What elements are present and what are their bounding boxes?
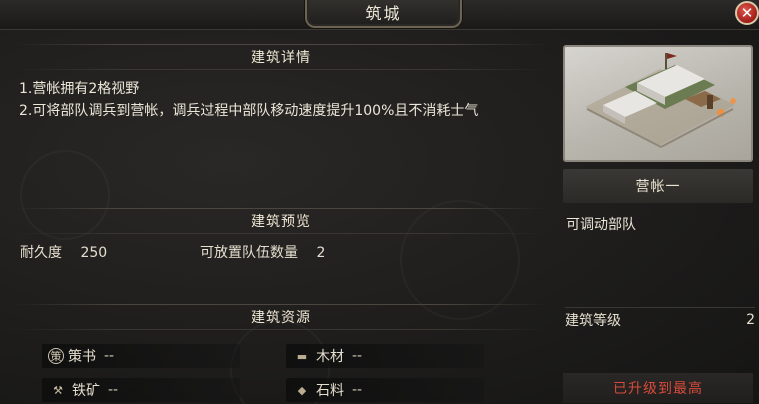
stone-icon: ◆: [297, 383, 307, 397]
resource-value: --: [352, 348, 363, 364]
troop-slots-value: 2: [316, 245, 326, 261]
building-level-row: 建筑等级 2: [565, 307, 755, 329]
resource-name: 石料: [316, 383, 344, 399]
resource-stone: ◆ 石料 --: [286, 378, 484, 402]
building-description: 可调动部队: [566, 217, 636, 233]
resource-name: 木材: [316, 349, 344, 365]
resources-title: 建筑资源: [251, 310, 311, 326]
resource-wood: ▬ 木材 --: [286, 344, 484, 368]
durability-value: 250: [80, 245, 108, 261]
window-title: 筑城: [305, 0, 462, 28]
building-level-label: 建筑等级: [565, 312, 621, 329]
max-level-status: 已升级到最高: [563, 373, 753, 403]
building-image: [563, 45, 753, 162]
resource-value: --: [352, 382, 363, 398]
resource-iron-ore: ⚒ 铁矿 --: [42, 378, 240, 402]
strategy-book-icon: 策: [48, 348, 64, 364]
resource-name: 铁矿: [72, 383, 100, 399]
durability-label: 耐久度: [20, 245, 62, 261]
wood-icon: ▬: [296, 349, 308, 363]
iron-ore-icon: ⚒: [53, 383, 63, 397]
preview-header: 建筑预览: [14, 208, 548, 234]
building-details: 1.营帐拥有2格视野 2.可将部队调兵到营帐，调兵过程中部队移动速度提升100%…: [19, 78, 549, 122]
resource-value: --: [108, 382, 119, 398]
troop-slots-label: 可放置队伍数量: [200, 245, 298, 261]
building-window: 筑城 ✕ 建筑详情 1.营帐拥有2格视野 2.可将部队调兵到营帐，调兵过程中部队…: [0, 0, 759, 404]
resource-value: --: [104, 348, 115, 364]
troop-slots-stat: 可放置队伍数量 2: [200, 242, 325, 262]
resource-name: 策书: [68, 349, 96, 365]
building-info-panel: 营帐一 可调动部队 建筑等级 2 已升级到最高: [560, 45, 759, 404]
building-name: 营帐一: [563, 169, 753, 203]
detail-line-2: 2.可将部队调兵到营帐，调兵过程中部队移动速度提升100%且不消耗士气: [19, 103, 479, 119]
durability-stat: 耐久度 250: [20, 242, 107, 262]
building-level-value: 2: [746, 311, 755, 328]
details-title: 建筑详情: [251, 50, 311, 66]
camp-illustration: [585, 53, 736, 148]
preview-title: 建筑预览: [251, 214, 311, 230]
details-header: 建筑详情: [14, 44, 548, 70]
resources-header: 建筑资源: [14, 304, 548, 330]
close-button[interactable]: ✕: [735, 1, 759, 25]
close-icon: ✕: [740, 4, 754, 22]
resource-strategy-book: 策 策书 --: [42, 344, 240, 368]
detail-line-1: 1.营帐拥有2格视野: [19, 81, 140, 97]
